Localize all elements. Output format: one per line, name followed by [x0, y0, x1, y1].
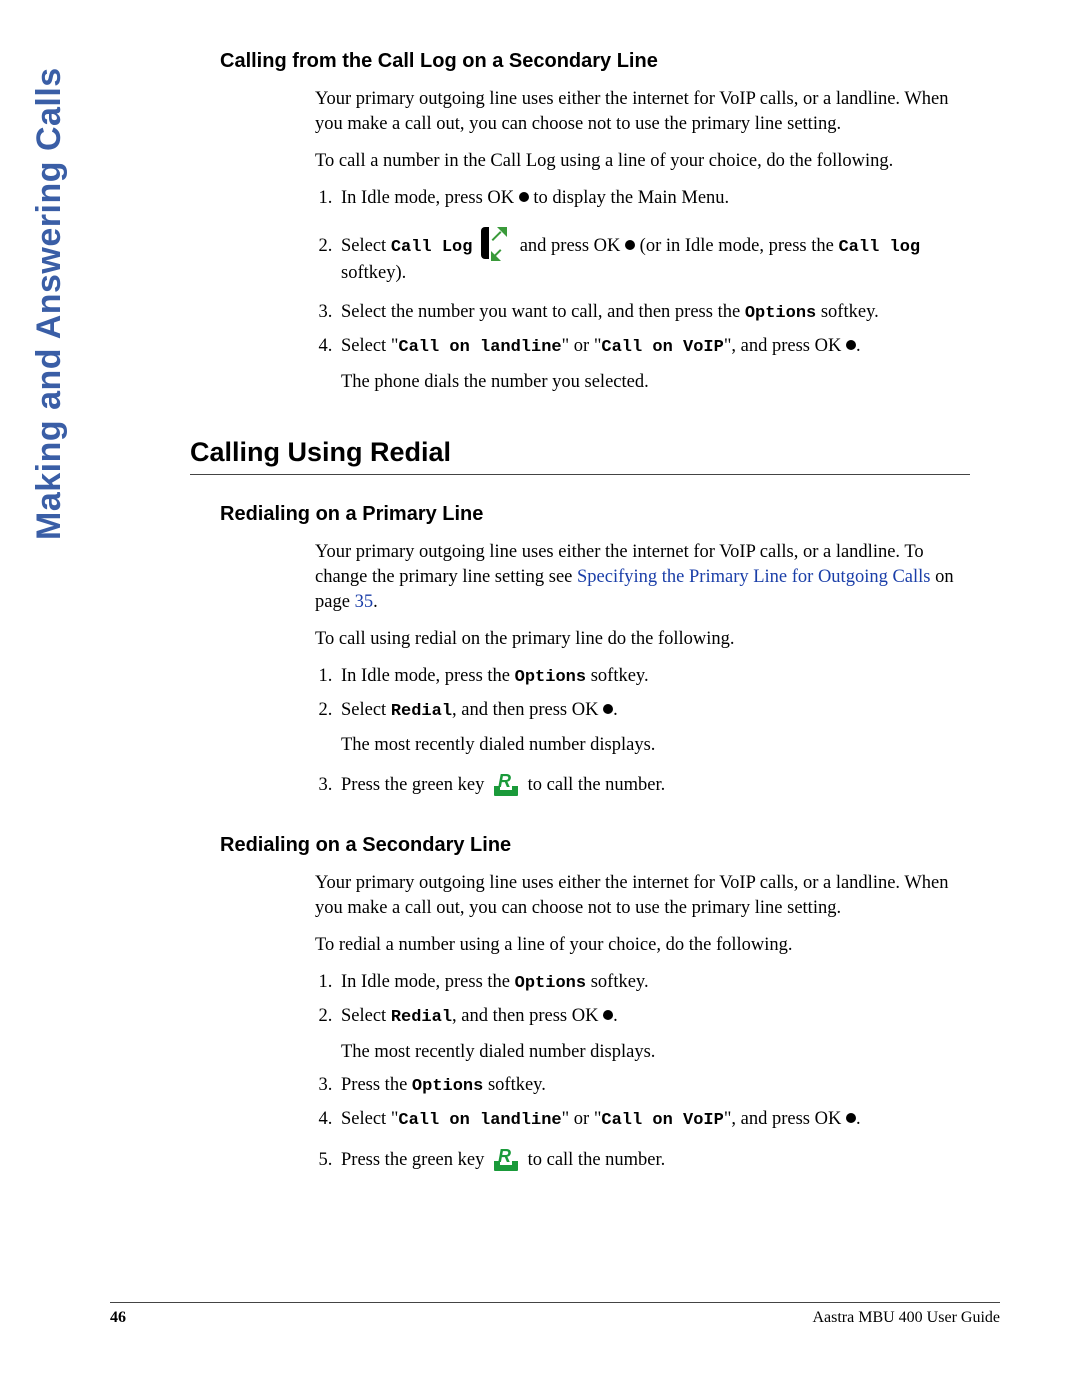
text: to display the Main Menu.: [529, 188, 729, 208]
step-item: Press the green key R to call the number…: [337, 1147, 970, 1173]
softkey-label: Options: [412, 1077, 483, 1096]
text: .: [613, 700, 618, 720]
text: softkey.: [586, 972, 649, 992]
text: to call the number.: [523, 1150, 665, 1170]
paragraph: Your primary outgoing line uses either t…: [315, 540, 970, 615]
text: .: [613, 1006, 618, 1026]
text: ", and press OK: [724, 336, 846, 356]
text: , and then press OK: [452, 1006, 603, 1026]
text: Press the green key: [341, 1150, 489, 1170]
softkey-label: Options: [515, 668, 586, 687]
heading-calling-using-redial: Calling Using Redial: [190, 437, 970, 475]
text: .: [373, 592, 378, 612]
ok-dot-icon: [603, 1010, 613, 1020]
softkey-label: Redial: [391, 702, 452, 721]
softkey-label: Call on VoIP: [601, 338, 723, 357]
step-item: Press the green key R to call the number…: [337, 772, 970, 798]
page-content: Calling from the Call Log on a Secondary…: [200, 50, 970, 1185]
footer-guide-title: Aastra MBU 400 User Guide: [812, 1309, 1000, 1327]
call-log-icon: [479, 225, 513, 261]
step-item: Select Call Log and press OK (or in Idle…: [337, 225, 970, 286]
green-key-icon: R: [491, 1147, 521, 1171]
softkey-label: Options: [515, 974, 586, 993]
text: Press the green key: [341, 775, 489, 795]
text: and press OK: [520, 236, 625, 256]
heading-redial-primary: Redialing on a Primary Line: [220, 503, 970, 526]
text: " or ": [562, 336, 602, 356]
heading-redial-secondary: Redialing on a Secondary Line: [220, 834, 970, 857]
page-number: 46: [110, 1309, 126, 1327]
text: In Idle mode, press OK: [341, 188, 519, 208]
ok-dot-icon: [846, 1113, 856, 1123]
text: " or ": [562, 1109, 602, 1129]
paragraph: To call a number in the Call Log using a…: [315, 149, 970, 174]
softkey-label: Options: [745, 304, 816, 323]
text: ", and press OK: [724, 1109, 846, 1129]
text: .: [856, 336, 861, 356]
text: The most recently dialed number displays…: [341, 1042, 655, 1062]
text: Select: [341, 236, 391, 256]
step-list: In Idle mode, press the Options softkey.…: [315, 664, 970, 799]
text: The phone dials the number you selected.: [341, 372, 649, 392]
step-item: Press the Options softkey.: [337, 1073, 970, 1099]
softkey-label: Call on VoIP: [601, 1111, 723, 1130]
text: The most recently dialed number displays…: [341, 735, 655, 755]
text: softkey.: [483, 1075, 546, 1095]
text: (or in Idle mode, press the: [635, 236, 838, 256]
ok-dot-icon: [625, 240, 635, 250]
paragraph: Your primary outgoing line uses either t…: [315, 87, 970, 137]
text: , and then press OK: [452, 700, 603, 720]
text: to call the number.: [523, 775, 665, 795]
ok-dot-icon: [846, 340, 856, 350]
softkey-label: Call Log: [391, 238, 473, 257]
text: softkey.: [816, 302, 879, 322]
text: softkey).: [341, 263, 406, 283]
green-key-icon: R: [491, 772, 521, 796]
softkey-label: Call log: [838, 238, 920, 257]
softkey-label: Call on landline: [398, 338, 561, 357]
step-list: In Idle mode, press the Options softkey.…: [315, 970, 970, 1173]
text: In Idle mode, press the: [341, 972, 515, 992]
step-item: Select Redial, and then press OK . The m…: [337, 1004, 970, 1065]
text: Select ": [341, 336, 398, 356]
paragraph: To redial a number using a line of your …: [315, 933, 970, 958]
text: In Idle mode, press the: [341, 666, 515, 686]
heading-call-log-secondary: Calling from the Call Log on a Secondary…: [220, 50, 970, 73]
step-item: Select "Call on landline" or "Call on Vo…: [337, 1107, 970, 1133]
text: Select: [341, 1006, 391, 1026]
text: Press the: [341, 1075, 412, 1095]
step-item: Select "Call on landline" or "Call on Vo…: [337, 334, 970, 395]
paragraph: To call using redial on the primary line…: [315, 627, 970, 652]
cross-reference-page[interactable]: 35: [355, 592, 374, 612]
softkey-label: Call on landline: [398, 1111, 561, 1130]
page-footer: 46 Aastra MBU 400 User Guide: [110, 1302, 1000, 1327]
text: Select the number you want to call, and …: [341, 302, 745, 322]
cross-reference-link[interactable]: Specifying the Primary Line for Outgoing…: [577, 567, 931, 587]
ok-dot-icon: [603, 704, 613, 714]
step-list: In Idle mode, press OK to display the Ma…: [315, 186, 970, 395]
text: .: [856, 1109, 861, 1129]
step-item: In Idle mode, press the Options softkey.: [337, 664, 970, 690]
step-item: Select the number you want to call, and …: [337, 300, 970, 326]
ok-dot-icon: [519, 192, 529, 202]
paragraph: Your primary outgoing line uses either t…: [315, 871, 970, 921]
step-item: Select Redial, and then press OK . The m…: [337, 698, 970, 759]
text: Select: [341, 700, 391, 720]
text: Select ": [341, 1109, 398, 1129]
softkey-label: Redial: [391, 1008, 452, 1027]
text: softkey.: [586, 666, 649, 686]
step-item: In Idle mode, press OK to display the Ma…: [337, 186, 970, 211]
step-item: In Idle mode, press the Options softkey.: [337, 970, 970, 996]
chapter-side-title: Making and Answering Calls: [30, 67, 69, 540]
